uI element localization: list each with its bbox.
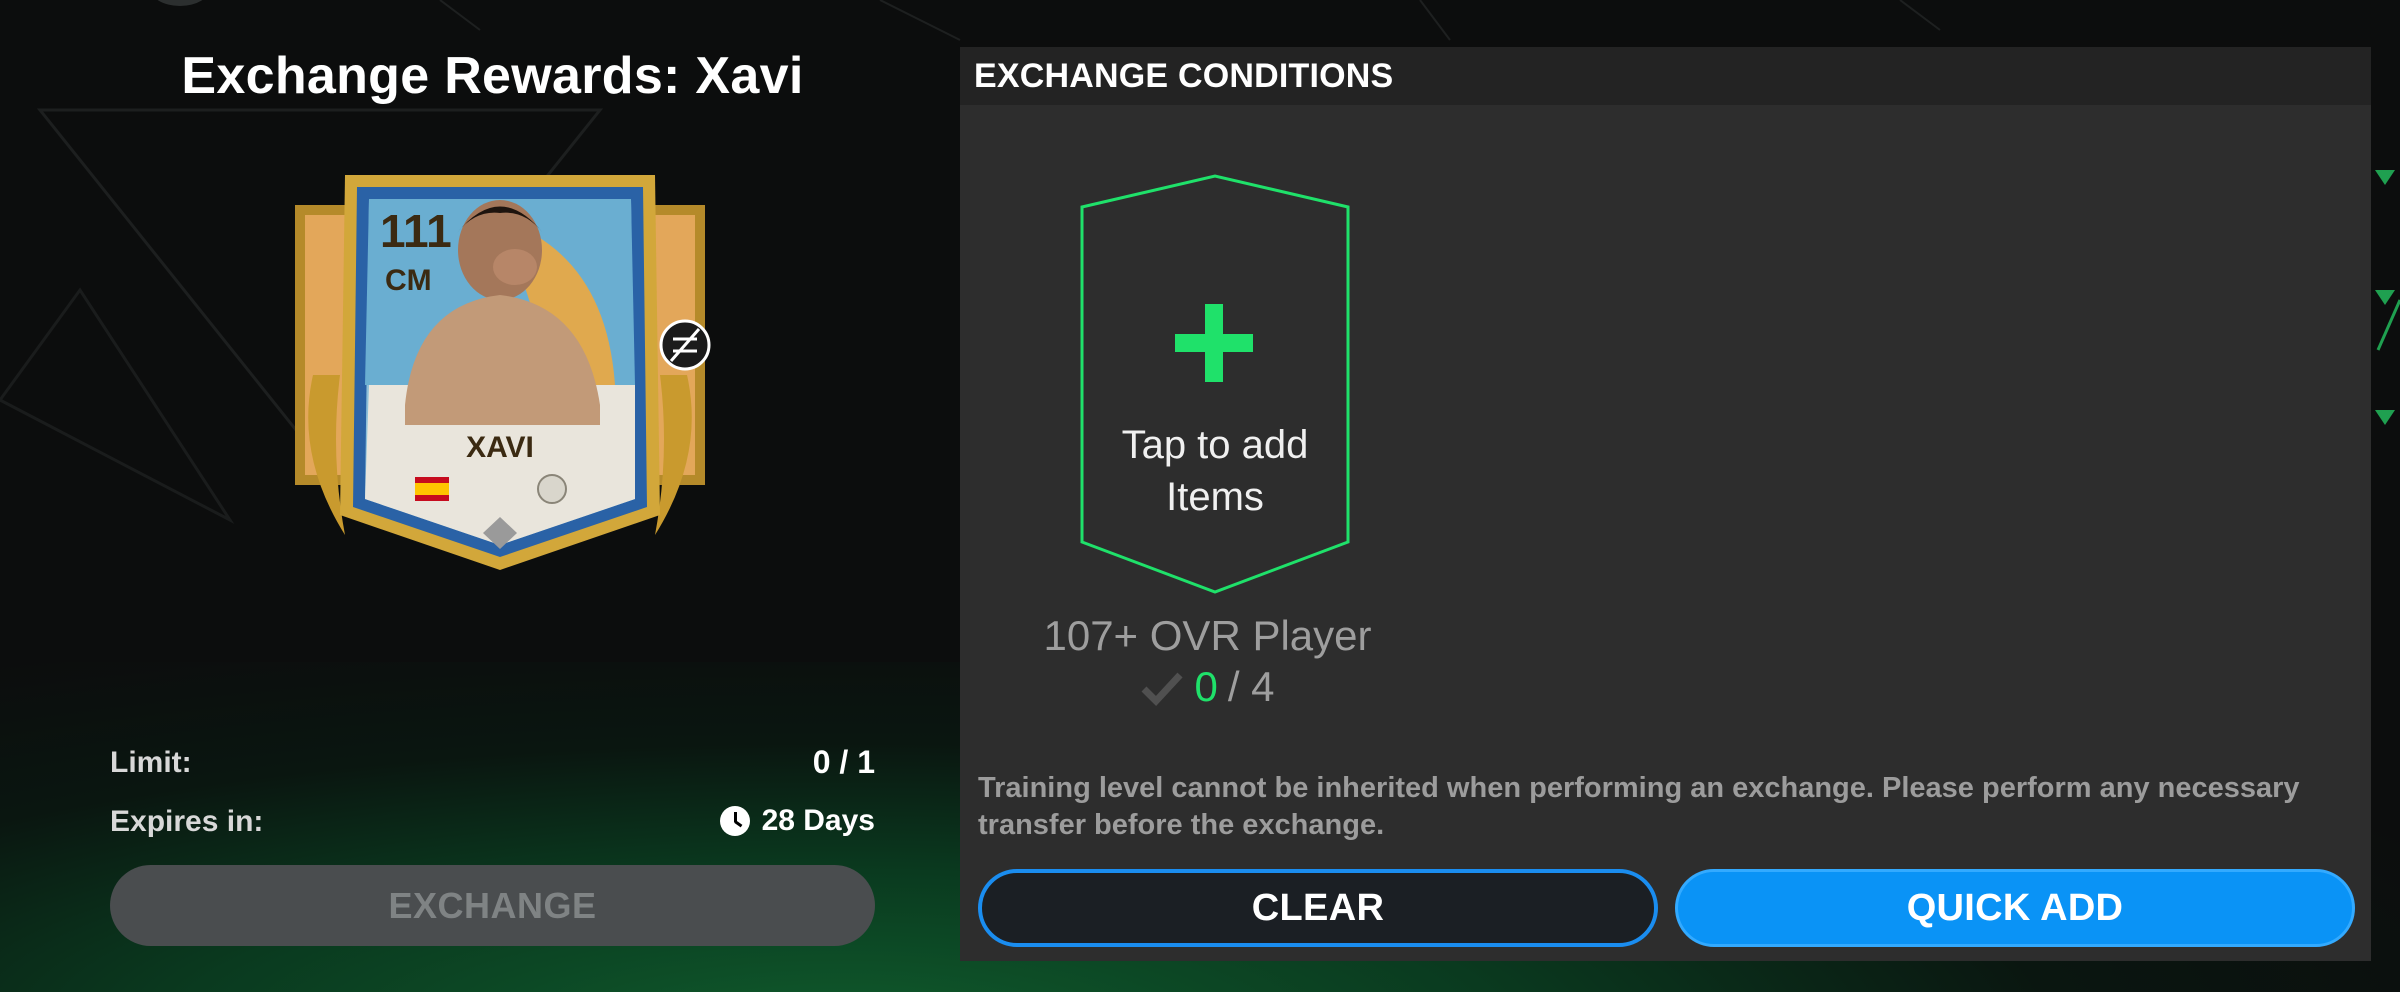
plus-icon: [1175, 304, 1253, 382]
requirement-label: 107+ OVR Player: [1043, 612, 1372, 659]
spain-flag-icon: [415, 477, 449, 501]
quick-add-button[interactable]: QUICK ADD: [1675, 869, 2355, 947]
expires-days: 28 Days: [761, 804, 875, 837]
untradeable-icon: [659, 319, 711, 371]
exchange-button[interactable]: EXCHANGE: [110, 865, 875, 946]
card-player-name: XAVI: [466, 431, 534, 464]
player-card[interactable]: 111 CM XAVI: [285, 155, 715, 575]
card-position: CM: [385, 264, 432, 297]
card-rating: 111: [380, 205, 452, 257]
reward-title: Exchange Rewards: Xavi: [181, 47, 804, 105]
expires-value: 28 Days: [719, 804, 875, 838]
check-icon: [1141, 672, 1184, 707]
exchange-conditions-panel: EXCHANGE CONDITIONS Tap to add Items 107…: [960, 47, 2371, 961]
requirement-progress: 0 / 4: [960, 663, 1455, 711]
add-items-slot[interactable]: Tap to add Items: [1080, 174, 1350, 594]
slot-label: Tap to add Items: [1121, 423, 1309, 519]
profile-avatar[interactable]: [150, 0, 210, 6]
club-badge-icon: [537, 474, 567, 504]
limit-label: Limit:: [110, 746, 192, 779]
expires-label: Expires in:: [110, 805, 264, 838]
clear-button[interactable]: CLEAR: [978, 869, 1658, 947]
progress-current: 0: [1194, 663, 1218, 710]
limit-value: 0 / 1: [812, 744, 875, 780]
clock-icon: [719, 806, 750, 836]
exchange-notice: Training level cannot be inherited when …: [978, 772, 2300, 841]
panel-header: EXCHANGE CONDITIONS: [960, 47, 2371, 105]
progress-total: / 4: [1227, 663, 1275, 710]
